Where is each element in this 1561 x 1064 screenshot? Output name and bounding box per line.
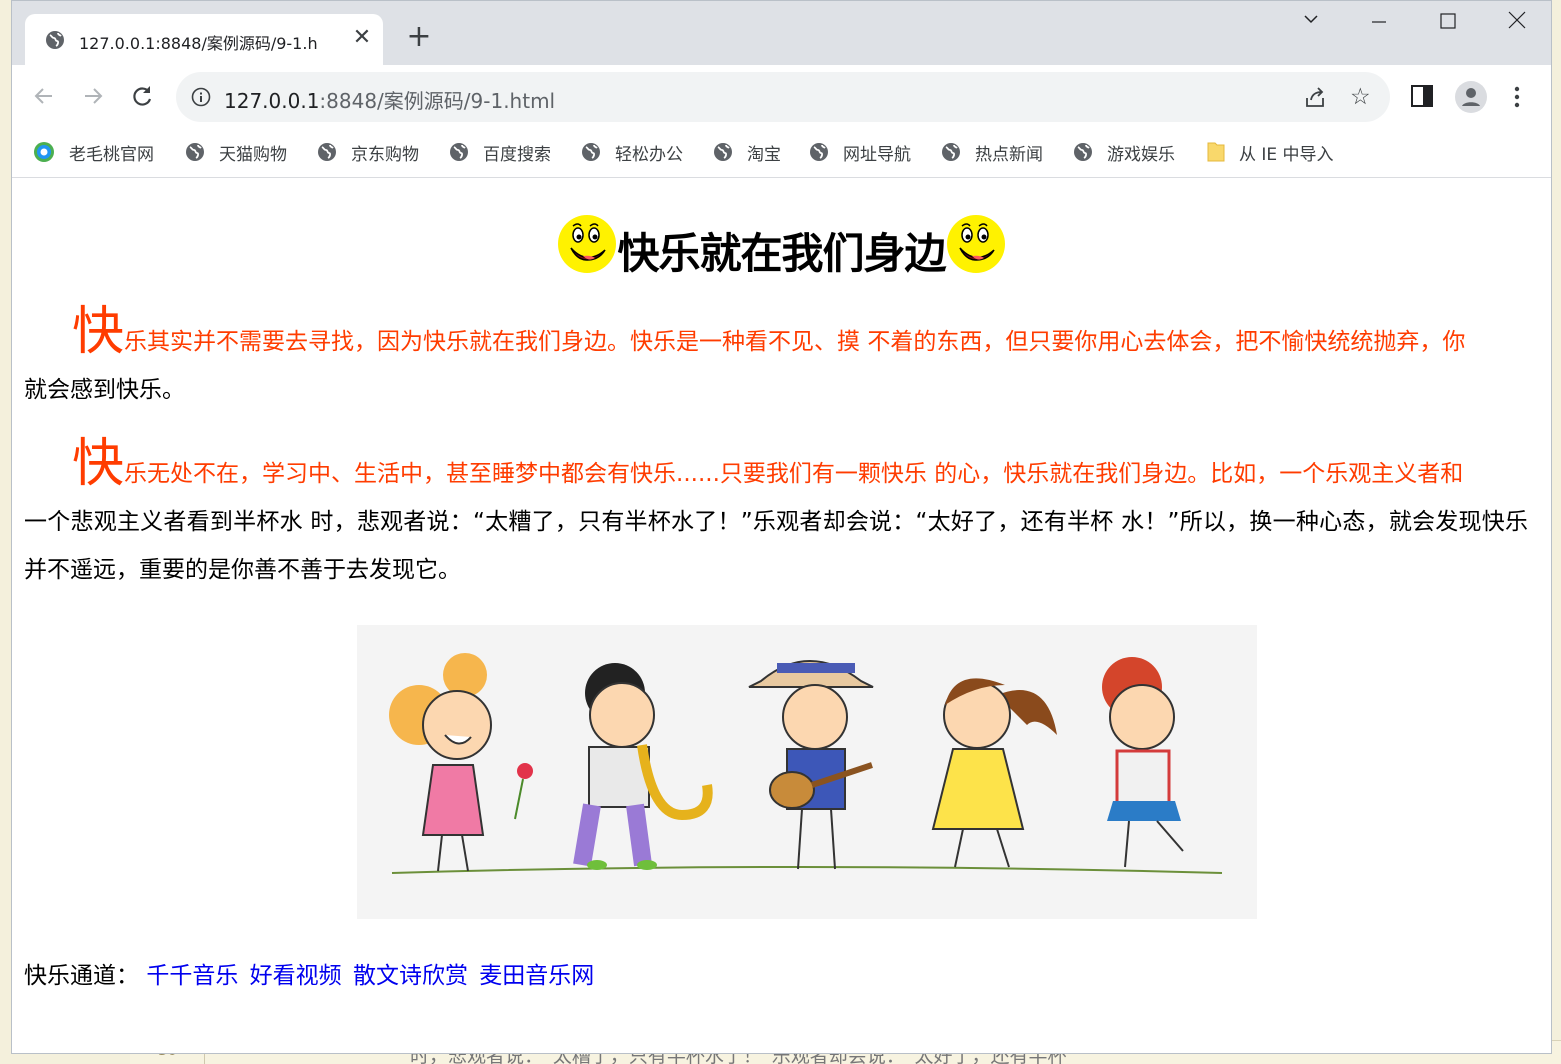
profile-avatar-icon[interactable] (1455, 81, 1487, 117)
active-tab[interactable]: 127.0.0.1:8848/案例源码/9-1.h ✕ (25, 14, 383, 66)
link-maitian-music[interactable]: 麦田音乐网 (479, 963, 594, 989)
globe-icon (714, 143, 732, 161)
bookmark-item[interactable]: 轻松办公 (581, 140, 683, 165)
bookmark-item[interactable]: 热点新闻 (941, 140, 1043, 165)
drop-cap: 快 (72, 434, 125, 494)
bookmark-label: 百度搜索 (483, 144, 551, 165)
globe-icon (318, 143, 336, 161)
paragraph-red-text: 乐无处不在，学习中、生活中，甚至睡梦中都会有快乐......只要我们有一颗快乐 … (124, 461, 1464, 487)
globe-icon (942, 143, 960, 161)
page-content: 快乐就在我们身边 快乐其实并不需要去寻找，因为快乐就在我们身边。快乐是一种看不见… (12, 178, 1551, 1053)
browser-toolbar: 127.0.0.1:8848/案例源码/9-1.html ☆ (12, 65, 1551, 129)
back-button[interactable] (30, 82, 62, 114)
tab-search-icon[interactable] (1295, 9, 1327, 39)
tab-title: 127.0.0.1:8848/案例源码/9-1.h (79, 34, 318, 53)
bookmark-item[interactable]: 网址导航 (809, 140, 911, 165)
bookmark-item[interactable]: 京东购物 (317, 140, 419, 165)
globe-icon (582, 143, 600, 161)
address-bar[interactable]: 127.0.0.1:8848/案例源码/9-1.html ☆ (176, 72, 1390, 122)
tab-close-icon[interactable]: ✕ (350, 26, 374, 50)
paragraph-text: 一个悲观主义者看到半杯水 时，悲观者说：“太糟了，只有半杯水了！”乐观者却会说：… (24, 509, 1528, 583)
bookmark-folder[interactable]: 从 IE 中导入 (1207, 140, 1334, 165)
paragraph-text: 就会感到快乐。 (24, 377, 185, 403)
bookmark-label: 网址导航 (843, 144, 911, 165)
globe-icon (450, 143, 468, 161)
bookmark-label: 老毛桃官网 (69, 144, 154, 165)
globe-icon (1074, 143, 1092, 161)
bookmark-label: 轻松办公 (615, 144, 683, 165)
bookmark-label: 天猫购物 (219, 144, 287, 165)
menu-kebab-icon[interactable] (1513, 85, 1521, 113)
smiley-icon (946, 214, 1005, 273)
bookmark-label: 京东购物 (351, 144, 419, 165)
link-prose-poetry[interactable]: 散文诗欣赏 (353, 963, 468, 989)
smiley-icon (558, 214, 617, 273)
url-host: 127.0.0.1 (224, 89, 320, 113)
page-heading: 快乐就在我们身边 (12, 206, 1551, 278)
channel-links: 快乐通道： 千千音乐 好看视频 散文诗欣赏 麦田音乐网 (24, 954, 598, 998)
globe-icon (810, 143, 828, 161)
browser-window: 127.0.0.1:8848/案例源码/9-1.h ✕ + 127.0.0.1:… (11, 0, 1552, 1054)
bookmark-label: 游戏娱乐 (1107, 144, 1175, 165)
bookmark-item[interactable]: 天猫购物 (185, 140, 287, 165)
bookmark-item[interactable]: 百度搜索 (449, 140, 551, 165)
url-path: :8848/案例源码/9-1.html (319, 89, 556, 113)
bookmark-label: 淘宝 (747, 144, 781, 165)
bookmark-item[interactable]: 老毛桃官网 (33, 140, 154, 165)
url-text[interactable]: 127.0.0.1:8848/案例源码/9-1.html (224, 85, 555, 114)
globe-icon (45, 30, 65, 54)
share-icon[interactable] (1303, 86, 1327, 114)
paragraph-red-text: 乐其实并不需要去寻找，因为快乐就在我们身边。快乐是一种看不见、摸 不着的东西，但… (124, 329, 1466, 355)
bookmark-item[interactable]: 淘宝 (713, 140, 781, 165)
page-title: 快乐就在我们身边 (617, 229, 946, 278)
bookmarks-bar: 老毛桃官网 天猫购物 京东购物 百度搜索 轻松办公 淘宝 网址导航 热点新闻 游… (12, 129, 1551, 178)
reload-button[interactable] (128, 82, 160, 114)
bookmark-star-icon[interactable]: ☆ (1350, 85, 1371, 109)
drop-cap: 快 (72, 302, 125, 362)
link-haokan-video[interactable]: 好看视频 (250, 963, 342, 989)
paragraph-2: 快乐无处不在，学习中、生活中，甚至睡梦中都会有快乐......只要我们有一颗快乐… (24, 438, 1528, 594)
children-illustration (357, 625, 1257, 919)
browser-logo-icon (34, 142, 54, 162)
tab-strip: 127.0.0.1:8848/案例源码/9-1.h ✕ + (12, 1, 1551, 66)
close-window-button[interactable] (1501, 9, 1533, 39)
new-tab-button[interactable]: + (405, 22, 433, 52)
maximize-button[interactable] (1432, 9, 1464, 39)
folder-icon (1207, 142, 1225, 162)
channel-label: 快乐通道： (24, 963, 139, 989)
bookmark-item[interactable]: 游戏娱乐 (1073, 140, 1175, 165)
link-qianqian-music[interactable]: 千千音乐 (146, 963, 238, 989)
bookmark-label: 从 IE 中导入 (1239, 144, 1334, 165)
forward-button[interactable] (79, 82, 111, 114)
globe-icon (186, 143, 204, 161)
minimize-button[interactable] (1363, 9, 1395, 39)
side-panel-icon[interactable] (1411, 85, 1433, 111)
bookmark-label: 热点新闻 (975, 144, 1043, 165)
paragraph-1: 快乐其实并不需要去寻找，因为快乐就在我们身边。快乐是一种看不见、摸 不着的东西，… (24, 306, 1528, 414)
site-info-icon[interactable] (191, 87, 211, 111)
